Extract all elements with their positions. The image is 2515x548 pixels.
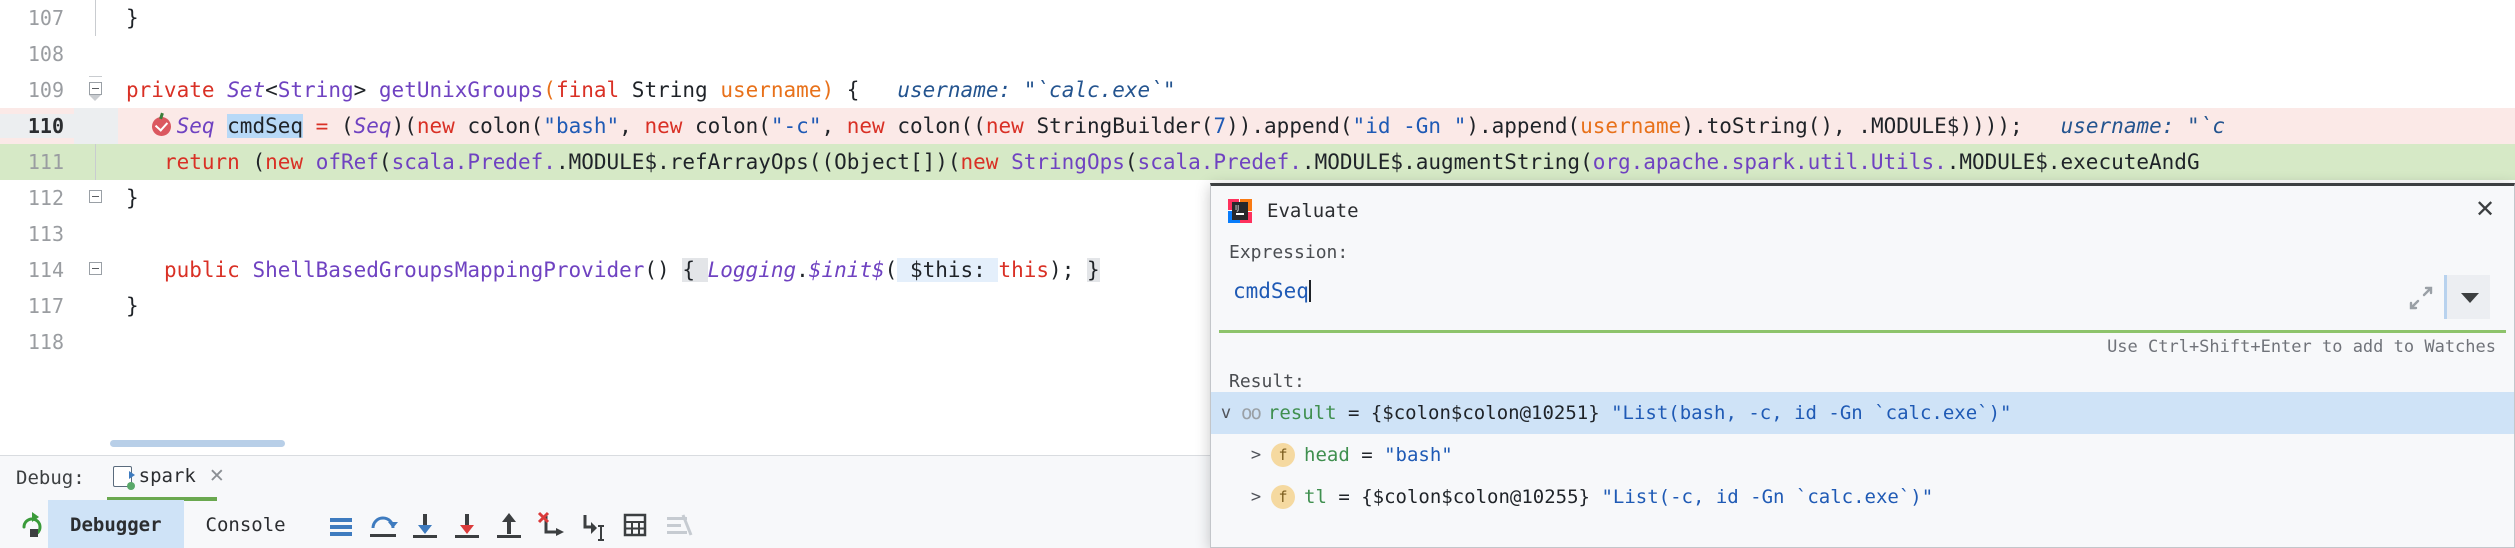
fold-column[interactable] — [74, 72, 118, 108]
code-text: private Set<String> getUnixGroups(final … — [126, 78, 1176, 102]
equals-sign: = — [1326, 486, 1362, 508]
code-line-111[interactable]: 111 return (new ofRef(scala.Predef..MODU… — [0, 144, 2515, 180]
force-step-into-icon[interactable] — [446, 504, 488, 546]
close-icon[interactable]: ✕ — [2474, 198, 2496, 222]
code-line-109[interactable]: 109 private Set<String> getUnixGroups(fi… — [0, 72, 2515, 108]
evaluate-dialog[interactable]: IJ Evaluate ✕ Expression: cmdSeq Use Ctr… — [1210, 183, 2515, 548]
result-label: Result: — [1229, 371, 1305, 392]
breakpoint-icon[interactable] — [152, 112, 171, 136]
fold-column[interactable] — [74, 288, 118, 324]
intellij-idea-icon: IJ — [1227, 198, 1253, 224]
step-over-icon[interactable] — [362, 504, 404, 546]
evaluate-expression-icon[interactable] — [614, 504, 656, 546]
run-to-cursor-icon[interactable] — [572, 504, 614, 546]
run-configuration-icon — [112, 465, 135, 490]
fold-cap-icon — [89, 76, 102, 77]
ide-window: 107 } 108 109 private Set<String> getUni… — [0, 0, 2515, 548]
mute-breakpoints-icon[interactable] — [656, 504, 698, 546]
fold-line-icon — [95, 144, 96, 180]
fold-column[interactable] — [74, 36, 118, 72]
text-caret — [1308, 280, 1311, 302]
fold-column[interactable] — [74, 180, 118, 216]
debug-label: Debug: — [16, 467, 85, 489]
inline-hint-109: username: "`calc.exe`" — [897, 78, 1176, 102]
expression-value: cmdSeq — [1233, 279, 1309, 303]
dialog-title: Evaluate — [1267, 200, 1359, 222]
debug-session-tab-spark[interactable]: spark ✕ — [106, 459, 231, 501]
line-number: 113 — [27, 222, 64, 246]
svg-text:IJ: IJ — [1235, 204, 1239, 212]
variable-name: tl — [1304, 486, 1327, 508]
line-number: 107 — [27, 6, 64, 30]
rerun-icon[interactable] — [14, 508, 48, 542]
step-into-icon[interactable] — [404, 504, 446, 546]
drop-frame-icon[interactable] — [530, 504, 572, 546]
tab-debugger[interactable]: Debugger — [48, 500, 184, 548]
variable-name: result — [1267, 402, 1337, 424]
stepping-toolbar — [320, 504, 698, 546]
expression-underline — [1219, 330, 2506, 333]
dialog-title-bar[interactable]: IJ Evaluate ✕ — [1211, 186, 2514, 236]
fold-column[interactable] — [74, 216, 118, 252]
result-row-result[interactable]: v oo result = {$colon$colon@10251} "List… — [1211, 392, 2514, 434]
fold-collapse-icon[interactable] — [89, 262, 102, 275]
breakpoint-column[interactable] — [74, 108, 171, 144]
inline-hint-110: username: "`c — [2060, 114, 2225, 138]
line-number: 118 — [27, 330, 64, 354]
variable-value: "List(bash, -c, id -Gn `calc.exe`)" — [1611, 402, 2012, 424]
result-row-head[interactable]: > f head = "bash" — [1211, 434, 2514, 476]
code-text: return (new ofRef(scala.Predef..MODULE$.… — [163, 150, 2200, 174]
chevron-right-icon[interactable]: > — [1241, 445, 1271, 465]
line-number: 117 — [27, 294, 64, 318]
watches-hint: Use Ctrl+Shift+Enter to add to Watches — [2107, 337, 2496, 357]
code-line-107[interactable]: 107 } — [0, 0, 2515, 36]
horizontal-scrollbar[interactable] — [110, 440, 285, 447]
line-number: 109 — [27, 78, 64, 102]
chevron-down-icon[interactable] — [2444, 275, 2490, 319]
tab-console[interactable]: Console — [184, 500, 308, 548]
object-reference-icon: oo — [1241, 402, 1262, 424]
line-number: 114 — [27, 258, 64, 282]
object-id: {$colon$colon@10251} — [1370, 402, 1600, 424]
variable-value: "List(-c, id -Gn `calc.exe`)" — [1601, 486, 1934, 508]
fold-line-icon — [95, 0, 96, 36]
line-number: 111 — [27, 150, 64, 174]
selected-token: cmdSeq — [227, 114, 304, 138]
equals-sign: = — [1349, 444, 1385, 466]
expression-field-wrapper[interactable]: cmdSeq — [1211, 271, 2514, 333]
expand-diagonal-icon[interactable] — [2404, 281, 2438, 315]
fold-column[interactable] — [74, 144, 118, 180]
object-id: {$colon$colon@10255} — [1361, 486, 1590, 508]
variable-name: head — [1304, 444, 1350, 466]
chevron-down-icon[interactable]: v — [1211, 403, 1241, 423]
fold-collapse-icon[interactable] — [89, 190, 102, 203]
close-icon[interactable]: ✕ — [209, 465, 225, 488]
code-line-110[interactable]: 110 Seq cmdSeq = (Seq)(new colon("bash",… — [0, 108, 2515, 144]
result-row-tl[interactable]: > f tl = {$colon$colon@10255} "List(-c, … — [1211, 476, 2514, 518]
fold-arrow-icon — [89, 95, 101, 101]
code-text: } — [126, 294, 139, 318]
variable-value: "bash" — [1384, 444, 1453, 466]
fold-column[interactable] — [74, 0, 118, 36]
fold-collapse-icon[interactable] — [89, 82, 102, 95]
code-text: Seq cmdSeq = (Seq)(new colon("bash", new… — [176, 114, 2225, 138]
chevron-right-icon[interactable]: > — [1241, 487, 1271, 507]
line-number-current: 110 — [0, 114, 74, 138]
show-execution-point-icon[interactable] — [320, 504, 362, 546]
code-line-108[interactable]: 108 — [0, 36, 2515, 72]
fold-column[interactable] — [74, 252, 118, 288]
step-out-icon[interactable] — [488, 504, 530, 546]
code-text: public ShellBasedGroupsMappingProvider()… — [163, 258, 1100, 282]
expression-input[interactable]: cmdSeq — [1233, 279, 1311, 303]
session-tab-label: spark — [138, 465, 196, 487]
fold-column[interactable] — [74, 324, 118, 360]
result-tree[interactable]: v oo result = {$colon$colon@10251} "List… — [1211, 392, 2514, 518]
field-icon: f — [1271, 485, 1295, 509]
line-number: 112 — [27, 186, 64, 210]
equals-sign: = — [1336, 402, 1371, 424]
field-icon: f — [1271, 443, 1295, 467]
expression-label: Expression: — [1229, 242, 1349, 263]
line-number: 108 — [27, 42, 64, 66]
